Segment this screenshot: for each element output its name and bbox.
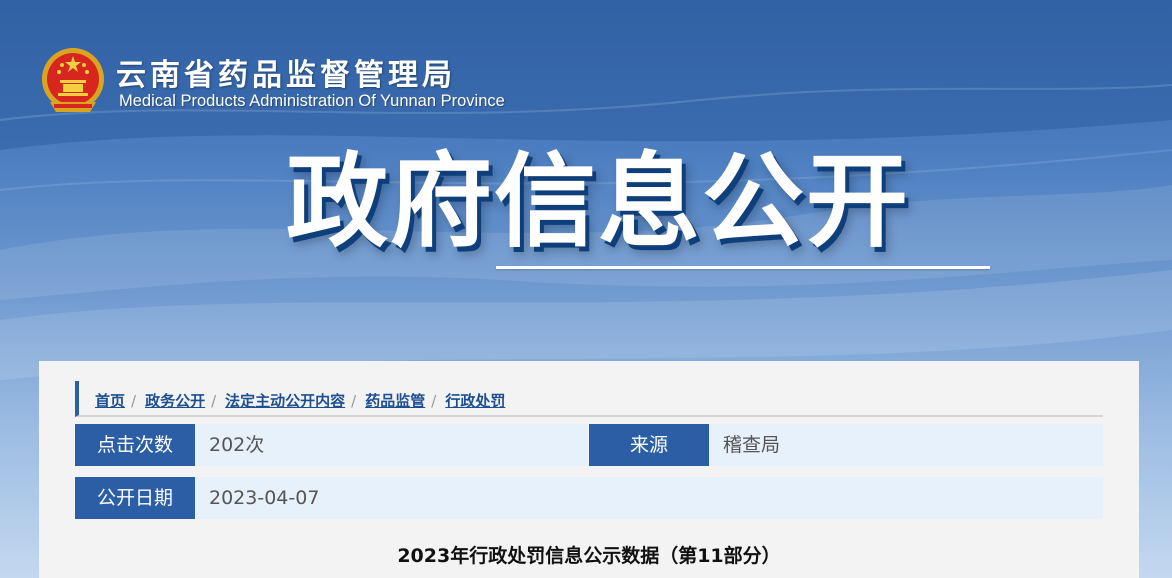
- site-title-cn: 云南省药品监督管理局: [116, 58, 456, 93]
- meta-row-date: 公开日期 2023-04-07: [75, 477, 1103, 519]
- breadcrumb-separator: /: [351, 392, 357, 410]
- breadcrumb-drug-supervision[interactable]: 药品监管: [365, 392, 425, 410]
- date-value: 2023-04-07: [209, 487, 320, 509]
- breadcrumb-statutory-disclosure[interactable]: 法定主动公开内容: [225, 392, 345, 410]
- hero-underline: [496, 266, 990, 269]
- site-title-en: Medical Products Administration Of Yunna…: [119, 92, 505, 110]
- breadcrumb-home[interactable]: 首页: [95, 392, 125, 410]
- date-label: 公开日期: [75, 477, 195, 519]
- meta-row-clicks-source: 点击次数 202次 来源 稽查局: [75, 424, 1103, 466]
- breadcrumb-separator: /: [131, 392, 137, 410]
- breadcrumb-administrative-penalty[interactable]: 行政处罚: [445, 392, 505, 410]
- article-title: 2023年行政处罚信息公示数据（第11部分）: [397, 545, 781, 567]
- breadcrumb-separator: /: [431, 392, 437, 410]
- source-label: 来源: [589, 424, 709, 466]
- clicks-label: 点击次数: [75, 424, 195, 466]
- source-value: 稽查局: [723, 434, 781, 456]
- hero-title: 政府信息公开: [286, 143, 910, 262]
- breadcrumb-government-affairs[interactable]: 政务公开: [145, 392, 205, 410]
- clicks-value: 202次: [209, 434, 265, 456]
- national-emblem-icon[interactable]: [40, 46, 106, 116]
- breadcrumb: 首页 / 政务公开 / 法定主动公开内容 / 药品监管 / 行政处罚: [75, 381, 1103, 417]
- content-panel: 首页 / 政务公开 / 法定主动公开内容 / 药品监管 / 行政处罚 点击次数 202次 来源 …: [39, 361, 1139, 578]
- breadcrumb-separator: /: [211, 392, 217, 410]
